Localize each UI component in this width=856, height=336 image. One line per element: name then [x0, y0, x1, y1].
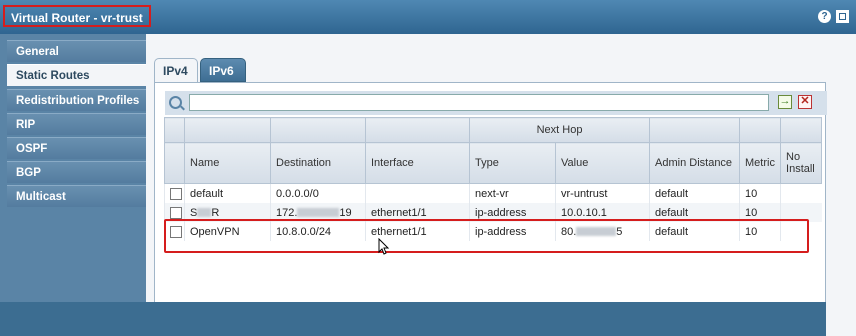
- search-icon: [169, 96, 182, 109]
- tab-ipv4[interactable]: IPv4: [154, 58, 198, 83]
- column-header-metric[interactable]: Metric: [739, 142, 782, 184]
- route-destination-start: 172.: [276, 206, 298, 219]
- metric: 10: [739, 222, 781, 241]
- next-hop-value-start: 80.: [561, 225, 577, 238]
- next-hop-value: vr-untrust: [554, 183, 650, 203]
- no-install: [780, 203, 822, 222]
- no-install: [780, 222, 822, 241]
- row-checkbox[interactable]: [164, 222, 185, 241]
- metric: 10: [739, 203, 781, 222]
- next-hop-value-end: 5: [616, 225, 623, 238]
- column-header-interface[interactable]: Interface: [365, 142, 470, 184]
- route-destination: 0.0.0.0/0: [270, 183, 366, 203]
- next-hop-type: ip-address: [469, 222, 556, 241]
- sidebar-item-ospf[interactable]: OSPF: [7, 137, 146, 159]
- route-name-start: S: [190, 206, 198, 219]
- sidebar-item-static-routes[interactable]: Static Routes: [7, 64, 146, 86]
- next-hop-value: 10.0.10.1: [554, 203, 650, 222]
- route-interface: ethernet1/1: [365, 222, 470, 241]
- redacted-mask: [197, 208, 212, 218]
- redacted-mask: [297, 208, 340, 218]
- route-name[interactable]: default: [184, 183, 271, 203]
- column-header-type[interactable]: Type: [469, 142, 556, 184]
- sidebar-item-rip[interactable]: RIP: [7, 113, 146, 135]
- table-row[interactable]: SR 172. 19 ethernet1/1 ip-address 10.0.10…: [164, 203, 822, 222]
- admin-distance: default: [649, 183, 740, 203]
- route-name-end: R: [211, 206, 220, 219]
- window-title: Virtual Router - vr-trust: [3, 5, 151, 27]
- select-column-header: [164, 117, 185, 143]
- route-destination: 10.8.0.0/24: [270, 222, 366, 241]
- next-hop-group-header: Next Hop: [468, 117, 651, 143]
- right-margin: [826, 116, 856, 336]
- route-name[interactable]: SR: [184, 203, 271, 222]
- table-row[interactable]: default 0.0.0.0/0 next-vr vr-untrust def…: [164, 183, 822, 203]
- route-destination: 172. 19: [270, 203, 366, 222]
- search-input[interactable]: [189, 94, 769, 111]
- apply-filter-icon[interactable]: →: [778, 95, 792, 109]
- route-interface: [365, 183, 470, 203]
- sidebar-item-multicast[interactable]: Multicast: [7, 185, 146, 207]
- sidebar-item-bgp[interactable]: BGP: [7, 161, 146, 183]
- column-header-destination[interactable]: Destination: [270, 142, 366, 184]
- route-name[interactable]: OpenVPN: [184, 222, 271, 241]
- admin-distance: default: [649, 222, 740, 241]
- help-icon[interactable]: ?: [818, 10, 831, 23]
- route-destination-end: 19: [339, 206, 352, 219]
- column-header-admin-distance[interactable]: Admin Distance: [649, 142, 741, 184]
- clear-filter-icon[interactable]: ✕: [798, 95, 812, 109]
- admin-distance: default: [649, 203, 740, 222]
- column-header-value[interactable]: Value: [554, 142, 651, 184]
- column-header-no-install[interactable]: No Install: [780, 142, 823, 184]
- table-row[interactable]: OpenVPN 10.8.0.0/24 ethernet1/1 ip-addre…: [164, 222, 822, 241]
- redacted-mask: [576, 227, 617, 237]
- column-header-name[interactable]: Name: [184, 142, 271, 184]
- next-hop-type: next-vr: [469, 183, 556, 203]
- row-checkbox[interactable]: [164, 183, 185, 203]
- next-hop-value: 80. 5: [554, 222, 650, 241]
- no-install: [780, 183, 822, 203]
- static-routes-table: Next Hop Name Destination Interface Type…: [164, 117, 823, 241]
- route-interface: ethernet1/1: [365, 203, 470, 222]
- metric: 10: [739, 183, 781, 203]
- sidebar-item-redistribution-profiles[interactable]: Redistribution Profiles: [7, 89, 146, 111]
- tab-ipv6[interactable]: IPv6: [200, 58, 246, 82]
- row-checkbox[interactable]: [164, 203, 185, 222]
- window-titlebar: Virtual Router - vr-trust ?: [0, 0, 856, 34]
- next-hop-type: ip-address: [469, 203, 556, 222]
- minimize-icon[interactable]: [836, 10, 849, 23]
- sidebar-item-general[interactable]: General: [7, 40, 146, 62]
- search-bar: → ✕: [165, 91, 827, 115]
- sidebar: General Static Routes Redistribution Pro…: [0, 34, 146, 302]
